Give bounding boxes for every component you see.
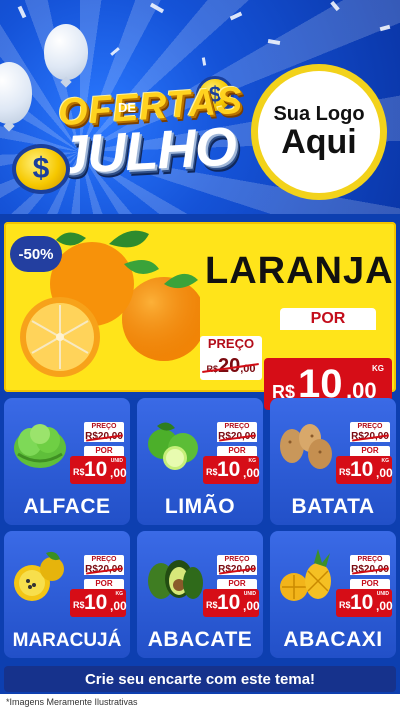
price-unit: UNID [110, 458, 123, 464]
price-currency: R$ [73, 467, 85, 477]
product-card[interactable]: PREÇO R$20,00 POR R$ 10,00 UNID ABACAXI [270, 531, 396, 658]
por-box: POR [217, 446, 257, 456]
preco-box: PREÇO R$20,00 [84, 555, 124, 575]
featured-old-int: 20 [217, 355, 241, 377]
preco-label: PREÇO [217, 422, 257, 431]
lime-icon [148, 422, 198, 470]
old-price: R$20,00 [84, 564, 124, 575]
por-box: POR [350, 446, 390, 456]
product-name: MARACUJÁ [12, 630, 122, 651]
featured-por-label: POR [280, 308, 376, 330]
preco-box: PREÇO R$20,00 [350, 422, 390, 442]
product-card[interactable]: PREÇO R$20,00 POR R$ 10,00 KG MARACUJÁ [4, 531, 130, 658]
product-name: ABACAXI [283, 628, 383, 651]
por-box: POR [350, 579, 390, 589]
potato-icon [280, 424, 332, 469]
preco-label: PREÇO [217, 555, 257, 564]
price-int: 10 [84, 458, 108, 481]
price-unit: KG [381, 458, 390, 464]
product-name: ABACATE [147, 628, 253, 651]
price-cents: ,00 [243, 599, 260, 613]
old-price: R$20,00 [217, 564, 257, 575]
title-de: DE [118, 100, 137, 115]
footer-disclaimer: *Imagens Meramente Ilustrativas [0, 694, 400, 711]
price-cents: ,00 [243, 466, 260, 480]
new-price: R$ 10,00 KG [203, 456, 260, 484]
featured-old-price: R$20,00 [200, 352, 262, 380]
product-card[interactable]: PREÇO R$20,00 POR R$ 10,00 UNID ALFACE [4, 398, 130, 525]
preco-box: PREÇO R$20,00 [217, 422, 257, 442]
product-card[interactable]: PREÇO R$20,00 POR R$ 10,00 UNID ABACATE [137, 531, 263, 658]
price-unit: KG [115, 591, 124, 597]
product-name: ALFACE [23, 495, 111, 518]
price-unit: UNID [243, 591, 256, 597]
title-julho: JULHO [56, 116, 238, 186]
product-card[interactable]: PREÇO R$20,00 POR R$ 10,00 KG BATATA [270, 398, 396, 525]
price-currency: R$ [206, 467, 218, 477]
por-label: POR [84, 446, 124, 456]
price-unit: UNID [376, 591, 389, 597]
product-name: LIMÃO [164, 495, 236, 518]
cta-banner[interactable]: Crie seu encarte com este tema! [4, 666, 396, 692]
price-cents: ,00 [376, 599, 393, 613]
product-name: BATATA [291, 495, 375, 518]
new-price: R$ 10,00 UNID [203, 589, 260, 617]
new-price: R$ 10,00 UNID [336, 589, 393, 617]
new-price: R$ 10,00 KG [70, 589, 127, 617]
price-int: 10 [84, 591, 108, 614]
old-price: R$20,00 [84, 431, 124, 442]
discount-badge: -50% [10, 236, 62, 272]
preco-box: PREÇO R$20,00 [84, 422, 124, 442]
old-price: R$20,00 [350, 431, 390, 442]
new-price: R$ 10,00 UNID [70, 456, 127, 484]
preco-label: PREÇO [350, 555, 390, 564]
price-int: 10 [217, 591, 241, 614]
lettuce-icon [14, 424, 66, 468]
logo-text-line1: Sua Logo [273, 103, 365, 126]
avocado-icon [148, 560, 203, 599]
price-currency: R$ [206, 600, 218, 610]
featured-product-name: LARANJA [205, 250, 394, 292]
preco-box: PREÇO R$20,00 [350, 555, 390, 575]
por-label: POR [217, 579, 257, 589]
product-card[interactable]: PREÇO R$20,00 POR R$ 10,00 KG LIMÃO [137, 398, 263, 525]
preco-box: PREÇO R$20,00 [217, 555, 257, 575]
por-box: POR [84, 446, 124, 456]
logo-text-line2: Aqui [281, 123, 357, 162]
old-price: R$20,00 [217, 431, 257, 442]
price-int: 10 [350, 591, 374, 614]
por-label: POR [84, 579, 124, 589]
price-int: 10 [217, 458, 241, 481]
por-box: POR [217, 579, 257, 589]
featured-preco-label: PREÇO [200, 336, 262, 352]
featured-old-currency: R$ [206, 364, 218, 374]
por-box: POR [84, 579, 124, 589]
passion-fruit-icon [14, 551, 64, 601]
preco-label: PREÇO [350, 422, 390, 431]
price-cents: ,00 [110, 466, 127, 480]
price-cents: ,00 [110, 599, 127, 613]
featured-unit: KG [372, 364, 384, 373]
balloon-icon [44, 24, 88, 80]
old-price: R$20,00 [350, 564, 390, 575]
price-currency: R$ [339, 600, 351, 610]
price-cents: ,00 [376, 466, 393, 480]
por-label: POR [350, 579, 390, 589]
price-currency: R$ [73, 600, 85, 610]
logo-placeholder[interactable]: Sua Logo Aqui [251, 64, 387, 200]
new-price: R$ 10,00 KG [336, 456, 393, 484]
por-label: POR [217, 446, 257, 456]
price-int: 10 [350, 458, 374, 481]
pineapple-icon [280, 549, 331, 601]
preco-label: PREÇO [84, 555, 124, 564]
preco-label: PREÇO [84, 422, 124, 431]
por-label: POR [350, 446, 390, 456]
coin-icon: $ [12, 144, 70, 194]
featured-old-cents: ,00 [240, 363, 256, 375]
price-currency: R$ [339, 467, 351, 477]
price-unit: KG [248, 458, 257, 464]
